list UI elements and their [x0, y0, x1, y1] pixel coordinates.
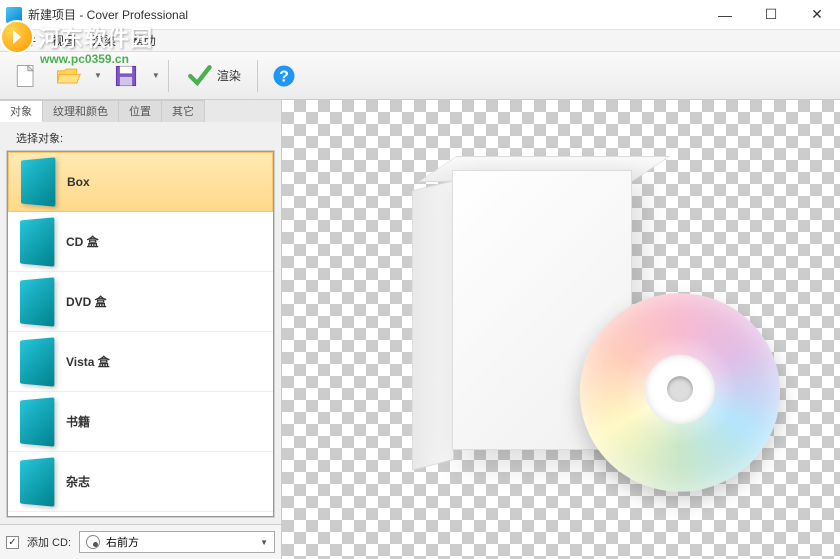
object-item-box[interactable]: Box	[8, 152, 273, 212]
box-thumb-icon	[21, 157, 55, 206]
render-button[interactable]: 渲染	[177, 58, 249, 94]
menu-render[interactable]: 渲染	[84, 30, 124, 51]
maximize-button[interactable]: ☐	[748, 0, 794, 30]
cd-thumb-icon	[20, 217, 54, 266]
toolbar-separator-2	[257, 60, 258, 92]
window-title: 新建项目 - Cover Professional	[28, 6, 702, 23]
object-item-book[interactable]: 书籍	[8, 392, 273, 452]
select-object-label: 选择对象:	[8, 126, 273, 148]
position-icon	[86, 535, 100, 549]
tab-position[interactable]: 位置	[119, 100, 162, 122]
toolbar-separator	[168, 60, 169, 92]
object-label: DVD 盒	[66, 293, 107, 310]
minimize-button[interactable]: —	[702, 0, 748, 30]
object-label: 书籍	[66, 413, 90, 430]
open-button[interactable]	[50, 58, 86, 94]
magazine-thumb-icon	[20, 457, 54, 506]
menu-file[interactable]: 文件	[4, 30, 44, 51]
cd-position-value: 右前方	[106, 534, 139, 550]
chevron-down-icon: ▼	[260, 538, 268, 547]
add-cd-label: 添加 CD:	[27, 534, 71, 550]
tab-object[interactable]: 对象	[0, 100, 43, 122]
menu-help[interactable]: 帮助	[124, 30, 164, 51]
tab-other[interactable]: 其它	[162, 100, 205, 122]
dvd-thumb-icon	[20, 277, 54, 326]
panel-tabs: 对象 纹理和颜色 位置 其它	[0, 100, 281, 122]
app-icon	[6, 7, 22, 23]
menu-view[interactable]: 视图	[44, 30, 84, 51]
preview-canvas[interactable]	[282, 100, 840, 559]
save-dropdown-icon[interactable]: ▼	[152, 71, 160, 80]
object-label: Vista 盒	[66, 353, 110, 370]
vista-thumb-icon	[20, 337, 54, 386]
svg-text:?: ?	[279, 68, 289, 85]
title-bar: 新建项目 - Cover Professional — ☐ ✕	[0, 0, 840, 30]
window-controls: — ☐ ✕	[702, 0, 840, 30]
tab-texture[interactable]: 纹理和颜色	[43, 100, 119, 122]
new-button[interactable]	[8, 58, 44, 94]
add-cd-checkbox[interactable]: ✓	[6, 536, 19, 549]
object-item-dvd[interactable]: DVD 盒	[8, 272, 273, 332]
object-item-cd[interactable]: CD 盒	[8, 212, 273, 272]
left-panel: 对象 纹理和颜色 位置 其它 选择对象: Box CD 盒 DVD 盒	[0, 100, 282, 559]
object-label: Box	[67, 175, 90, 189]
add-cd-row: ✓ 添加 CD: 右前方 ▼	[0, 524, 281, 559]
preview-disc	[576, 293, 783, 491]
cd-position-select[interactable]: 右前方 ▼	[79, 531, 275, 553]
close-button[interactable]: ✕	[794, 0, 840, 30]
object-item-vista[interactable]: Vista 盒	[8, 332, 273, 392]
save-button[interactable]	[108, 58, 144, 94]
render-label: 渲染	[217, 67, 241, 84]
book-thumb-icon	[20, 397, 54, 446]
object-list[interactable]: Box CD 盒 DVD 盒 Vista 盒 书籍	[7, 151, 274, 517]
toolbar: ▼ ▼ 渲染 ?	[0, 52, 840, 100]
open-dropdown-icon[interactable]: ▼	[94, 71, 102, 80]
help-button[interactable]: ?	[266, 58, 302, 94]
object-item-magazine[interactable]: 杂志	[8, 452, 273, 512]
menu-bar: 文件 视图 渲染 帮助	[0, 30, 840, 52]
object-label: 杂志	[66, 473, 90, 490]
object-label: CD 盒	[66, 233, 99, 250]
main-area: 对象 纹理和颜色 位置 其它 选择对象: Box CD 盒 DVD 盒	[0, 100, 840, 559]
panel-body: Box CD 盒 DVD 盒 Vista 盒 书籍	[6, 150, 275, 518]
